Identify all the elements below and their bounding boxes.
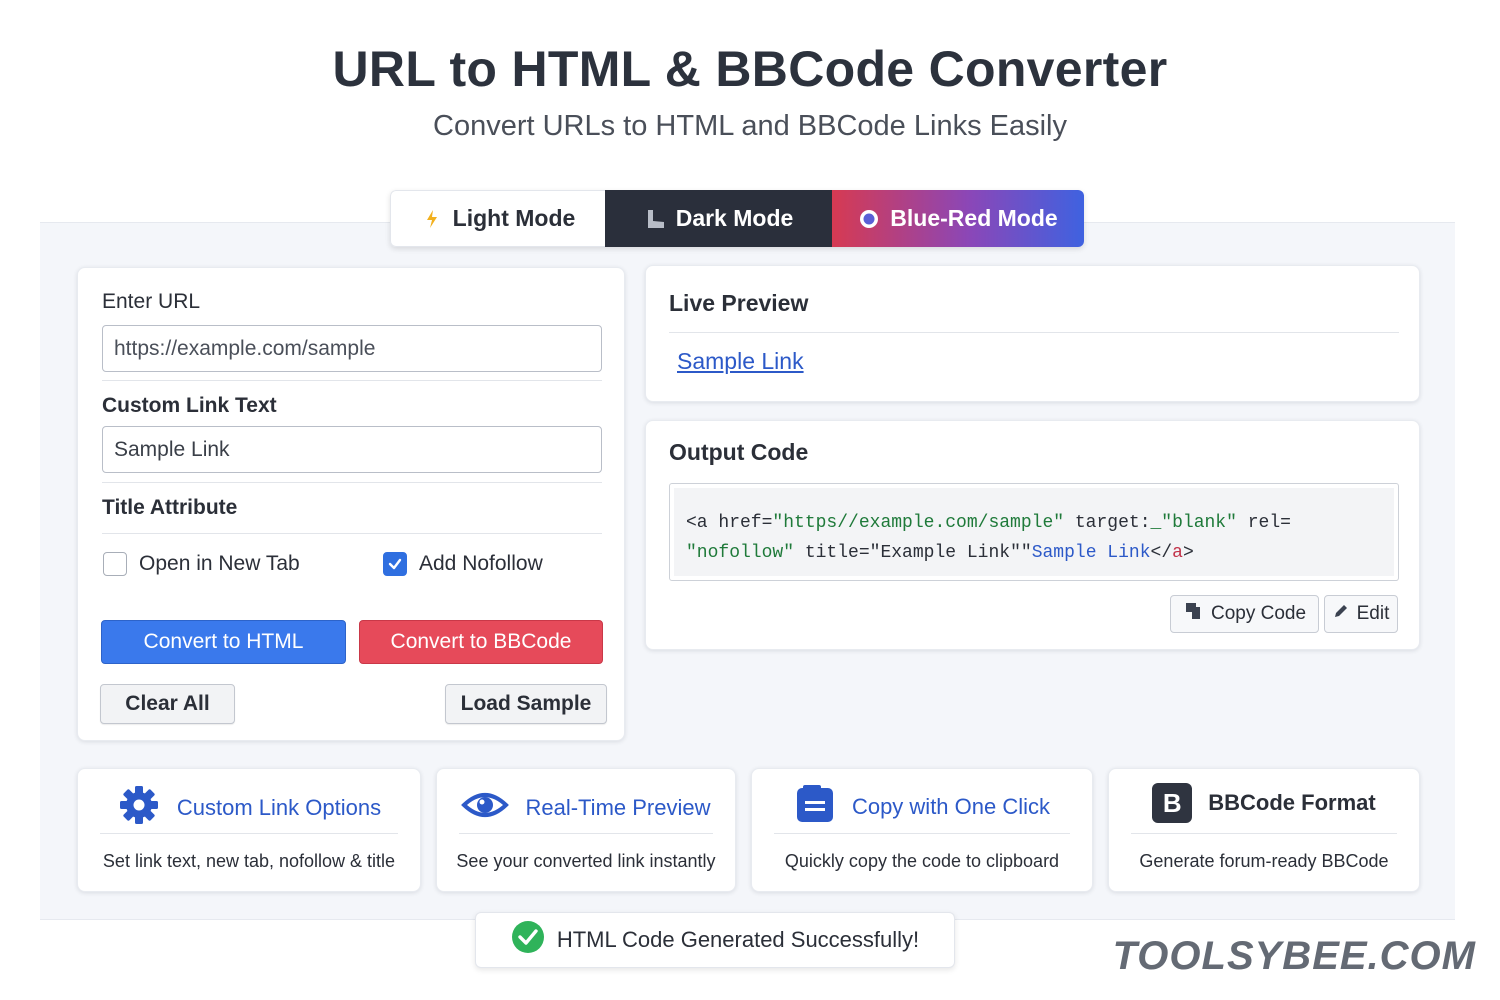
bbcode-b-icon: B — [1152, 783, 1193, 823]
link-text-input[interactable] — [102, 426, 602, 473]
light-mode-label: Light Mode — [452, 205, 576, 231]
divider — [669, 332, 1399, 333]
page-title: URL to HTML & BBCode Converter — [332, 41, 1168, 97]
output-code-card: Output Code <a href="https//example.com/… — [645, 420, 1420, 650]
convert-to-html-button[interactable]: Convert to HTML — [101, 620, 346, 664]
toast-message: HTML Code Generated Successfully! — [556, 927, 920, 952]
url-label: Enter URL — [102, 290, 201, 313]
nofollow-checkbox[interactable] — [383, 552, 407, 576]
pencil-icon — [1333, 603, 1349, 625]
feature-description: Generate forum-ready BBCode — [1139, 851, 1389, 871]
code-token: "https//example.com/sample" — [772, 513, 1065, 533]
copy-icon — [1183, 601, 1203, 627]
code-token: "nofollow" — [686, 543, 795, 563]
dark-mode-button[interactable]: Dark Mode — [605, 190, 832, 247]
mode-switch: Light Mode Dark Mode Blue-Red Mode — [390, 190, 1084, 247]
code-token: > — [1182, 543, 1194, 563]
divider — [102, 380, 602, 381]
converter-form-card: Enter URL Custom Link Text Title Attribu… — [77, 267, 625, 741]
divider — [1131, 833, 1397, 834]
dark-mode-label: Dark Mode — [675, 205, 794, 231]
radio-dot-icon — [858, 208, 880, 230]
light-mode-button[interactable]: Light Mode — [390, 190, 605, 247]
feature-description: Quickly copy the code to clipboard — [784, 851, 1060, 871]
open-new-tab-label: Open in New Tab — [139, 552, 300, 575]
copy-code-button[interactable]: Copy Code — [1170, 595, 1319, 633]
page-subtitle: Convert URLs to HTML and BBCode Links Ea… — [433, 110, 1067, 142]
blue-red-mode-label: Blue-Red Mode — [890, 205, 1058, 231]
feature-title: Custom Link Options — [176, 794, 382, 820]
sun-icon — [421, 208, 443, 230]
url-input[interactable] — [102, 325, 602, 372]
success-toast: HTML Code Generated Successfully! — [475, 912, 955, 968]
convert-to-bbcode-button[interactable]: Convert to BBCode — [359, 620, 603, 664]
code-text: <a href="https//example.com/sample" targ… — [674, 488, 1394, 576]
feature-card-realtime-preview: Real-Time Preview See your converted lin… — [436, 768, 736, 892]
feature-title: BBCode Format — [1208, 790, 1376, 815]
moon-icon — [644, 208, 666, 230]
blue-red-mode-button[interactable]: Blue-Red Mode — [832, 190, 1084, 247]
link-text-label: Custom Link Text — [102, 394, 277, 417]
clipboard-icon — [794, 783, 836, 830]
divider — [774, 833, 1070, 834]
feature-description: Set link text, new tab, nofollow & title — [102, 851, 396, 871]
output-code-heading: Output Code — [669, 439, 809, 465]
code-token: rel= — [1236, 513, 1291, 533]
divider — [100, 833, 398, 834]
title-attribute-label: Title Attribute — [102, 496, 238, 519]
divider — [102, 533, 602, 534]
edit-button[interactable]: Edit — [1324, 595, 1398, 633]
nofollow-option[interactable]: Add Nofollow — [383, 552, 543, 576]
divider — [102, 482, 602, 483]
code-token: Sample Link — [1031, 543, 1151, 563]
load-sample-button[interactable]: Load Sample — [445, 684, 607, 724]
edit-label: Edit — [1356, 603, 1390, 624]
live-preview-heading: Live Preview — [669, 290, 809, 316]
divider — [459, 833, 713, 834]
feature-card-bbcode-format: B BBCode Format Generate forum-ready BBC… — [1108, 768, 1420, 892]
code-token: title= — [794, 543, 870, 563]
feature-title: Copy with One Click — [851, 793, 1051, 819]
open-new-tab-option[interactable]: Open in New Tab — [103, 552, 300, 576]
eye-icon — [461, 783, 510, 832]
code-token: a — [1172, 543, 1183, 563]
copy-code-label: Copy Code — [1210, 603, 1307, 624]
gear-icon — [117, 783, 161, 832]
code-token: "Example Link"" — [869, 543, 1032, 563]
watermark-logo: TOOLSYBEE.COM — [1112, 934, 1476, 978]
feature-description: See your converted link instantly — [456, 851, 716, 871]
live-preview-card: Live Preview Sample Link — [645, 265, 1420, 402]
code-token: <a href= — [686, 513, 773, 533]
feature-card-copy-one-click: Copy with One Click Quickly copy the cod… — [751, 768, 1093, 892]
code-token: target: — [1064, 513, 1151, 533]
preview-link[interactable]: Sample Link — [677, 348, 804, 375]
success-check-icon — [511, 920, 545, 960]
clear-all-button[interactable]: Clear All — [100, 684, 235, 724]
feature-card-custom-options: Custom Link Options Set link text, new t… — [77, 768, 421, 892]
feature-title: Real-Time Preview — [525, 794, 711, 820]
code-token: </ — [1150, 543, 1173, 563]
nofollow-label: Add Nofollow — [419, 552, 543, 575]
checkmark-icon — [388, 558, 402, 570]
code-output-box[interactable]: <a href="https//example.com/sample" targ… — [669, 483, 1399, 581]
open-new-tab-checkbox[interactable] — [103, 552, 127, 576]
code-token: _"blank" — [1150, 513, 1237, 533]
